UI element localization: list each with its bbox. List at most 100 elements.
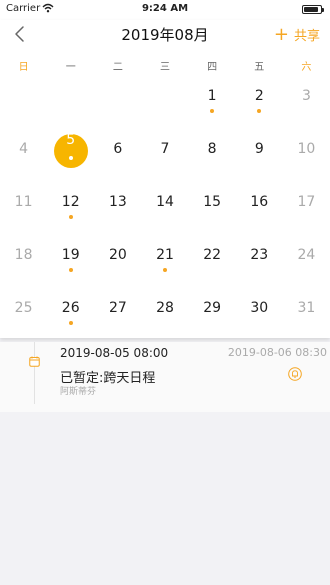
calendar-day[interactable]: 30	[236, 285, 283, 338]
calendar-day[interactable]: 9	[236, 126, 283, 179]
day-number: 16	[250, 194, 269, 210]
weekday-label: 日	[18, 62, 29, 73]
day-number: 7	[160, 141, 170, 157]
day-number: 31	[297, 300, 316, 316]
calendar-day[interactable]: 23	[236, 232, 283, 285]
day-number: 14	[156, 194, 174, 210]
calendar-day[interactable]: 15	[189, 179, 236, 232]
calendar-week-row: 18 19 20 21 22 23 24	[0, 232, 330, 285]
calendar-week-row: 4 5 6 7 8 9 10	[0, 126, 330, 179]
calendar-day[interactable]: 24	[283, 232, 330, 285]
day-number: 9	[254, 141, 264, 157]
day-number: 11	[14, 194, 33, 210]
day-number: 21	[156, 247, 174, 263]
timeline-line	[34, 342, 35, 404]
calendar-day[interactable]: 18	[0, 232, 47, 285]
calendar-day[interactable]: 26	[47, 285, 94, 338]
event-dot	[210, 109, 215, 113]
event-end-time: 2019-08-06 08:30	[227, 346, 327, 359]
battery-level	[304, 7, 319, 12]
calendar-day[interactable]: 14	[141, 179, 188, 232]
day-number: 18	[14, 247, 33, 263]
day-number: 30	[250, 300, 269, 316]
event-subtitle: 阿斯蒂芬	[60, 387, 97, 397]
day-number: 25	[14, 300, 33, 316]
calendar-day[interactable]: 20	[94, 232, 141, 285]
calendar-day[interactable]: 29	[189, 285, 236, 338]
calendar-day[interactable]: 16	[236, 179, 283, 232]
calendar-day[interactable]: 27	[94, 285, 141, 338]
share-button[interactable]: + 共享	[274, 25, 320, 44]
calendar-day[interactable]: 25	[0, 285, 47, 338]
day-number: 13	[108, 194, 127, 210]
calendar-day[interactable]: 19	[47, 232, 94, 285]
calendar-panel: 2019年08月 + 共享 日一二三四五六 1 2 3 4 5 6 7 8 9 10 11 12 13 1…	[0, 20, 330, 338]
event-dot	[68, 156, 73, 160]
calendar-day[interactable]: 7	[141, 126, 188, 179]
weekday-label: 一	[65, 62, 76, 73]
calendar-grid: 1 2 3 4 5 6 7 8 9 10 11 12 13 14 15 16 17 18 19 20 21 22 23 24 2…	[0, 73, 330, 338]
calendar-day[interactable]: 5	[47, 126, 94, 179]
nav-bar: 2019年08月 + 共享	[0, 20, 330, 48]
day-number: 1	[207, 88, 217, 104]
schedule-list: 2019-08-05 08:00 2019-08-06 08:30 已暂定:跨天…	[0, 342, 330, 412]
weekday-label: 四	[207, 62, 218, 73]
weekday-label: 二	[112, 62, 123, 73]
event-dot	[68, 215, 73, 219]
day-number: 3	[301, 88, 311, 104]
calendar-day[interactable]: 31	[283, 285, 330, 338]
status-bar: Carrier 9:24 AM	[0, 0, 330, 20]
day-number: 15	[203, 194, 222, 210]
calendar-day[interactable]: 11	[0, 179, 47, 232]
calendar-day[interactable]: 21	[141, 232, 188, 285]
day-number: 27	[108, 300, 127, 316]
day-number: 8	[207, 141, 217, 157]
calendar-day[interactable]: 3	[283, 73, 330, 126]
day-number: 19	[61, 247, 80, 263]
day-number: 12	[61, 194, 80, 210]
calendar-day[interactable]: 22	[189, 232, 236, 285]
calendar-empty-cell	[141, 73, 188, 126]
day-number: 24	[297, 247, 316, 263]
calendar-day[interactable]: 10	[283, 126, 330, 179]
share-label: 共享	[293, 29, 320, 44]
event-dot	[162, 268, 167, 272]
plus-icon: +	[273, 23, 289, 45]
calendar-empty-cell	[47, 73, 94, 126]
weekday-label: 六	[301, 62, 312, 73]
day-number: 6	[113, 141, 123, 157]
day-number: 23	[250, 247, 269, 263]
day-number: 10	[297, 141, 316, 157]
battery-icon	[302, 5, 324, 14]
day-number: 4	[19, 141, 29, 157]
calendar-day[interactable]: 2	[236, 73, 283, 126]
calendar-day[interactable]: 8	[189, 126, 236, 179]
calendar-week-row: 11 12 13 14 15 16 17	[0, 179, 330, 232]
calendar-day[interactable]: 4	[0, 126, 47, 179]
day-number: 22	[203, 247, 222, 263]
calendar-icon	[29, 356, 40, 367]
weekday-label: 三	[159, 62, 170, 73]
day-number: 26	[61, 300, 80, 316]
day-number: 29	[203, 300, 222, 316]
weekday-header: 日一二三四五六	[0, 58, 330, 73]
bell-icon[interactable]	[288, 367, 302, 381]
calendar-day[interactable]: 17	[283, 179, 330, 232]
event-dot	[68, 268, 73, 272]
calendar-day[interactable]: 28	[141, 285, 188, 338]
calendar-week-row: 1 2 3	[0, 73, 330, 126]
event-start-time: 2019-08-05 08:00	[60, 346, 169, 360]
day-number: 2	[254, 88, 264, 104]
day-number: 17	[297, 194, 316, 210]
calendar-empty-cell	[0, 73, 47, 126]
calendar-day[interactable]: 13	[94, 179, 141, 232]
status-time: 9:24 AM	[141, 3, 189, 14]
day-number: 20	[108, 247, 127, 263]
calendar-day[interactable]: 12	[47, 179, 94, 232]
calendar-day[interactable]: 6	[94, 126, 141, 179]
calendar-day[interactable]: 1	[189, 73, 236, 126]
calendar-week-row: 25 26 27 28 29 30 31	[0, 285, 330, 338]
day-number: 5	[66, 132, 76, 148]
day-number: 28	[156, 300, 174, 316]
event-dot	[68, 321, 73, 325]
